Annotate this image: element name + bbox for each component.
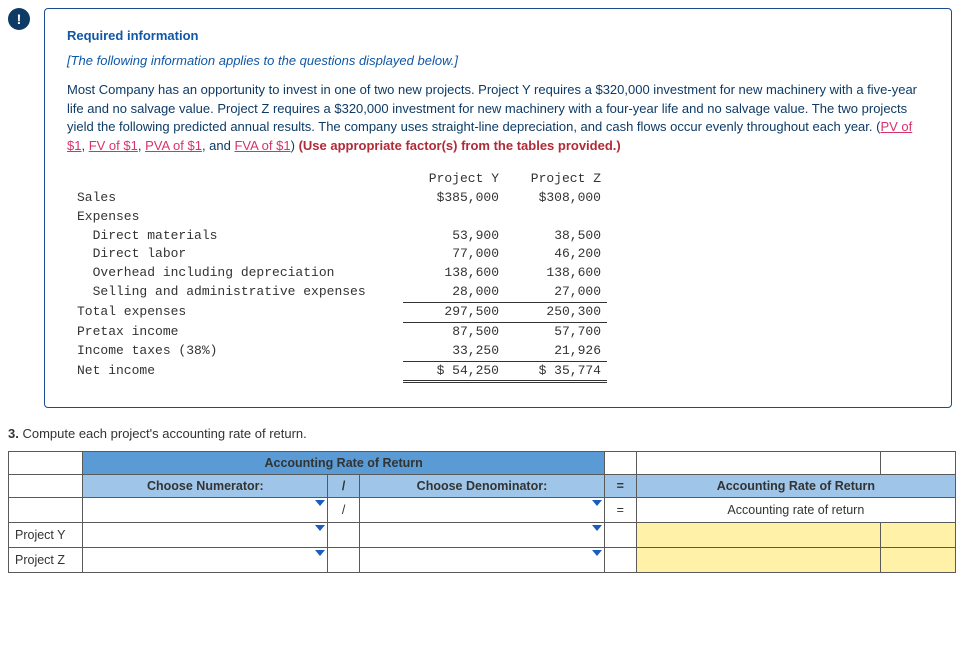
row-pti-label: Pretax income xyxy=(71,322,403,341)
question-text: Compute each project's accounting rate o… xyxy=(22,426,306,441)
row-sae-label: Selling and administrative expenses xyxy=(71,283,403,302)
numerator-head: Choose Numerator: xyxy=(83,475,328,498)
row-ni-label: Net income xyxy=(71,361,403,382)
proj-y-result-1[interactable] xyxy=(636,523,881,548)
bold-note: (Use appropriate factor(s) from the tabl… xyxy=(299,138,621,153)
row-sales-label: Sales xyxy=(71,189,403,208)
row-oh-y: 138,600 xyxy=(403,264,505,283)
equals-head-1: = xyxy=(604,475,636,498)
proj-z-result-2-input[interactable] xyxy=(887,552,949,568)
proj-z-numerator[interactable] xyxy=(83,548,328,573)
proj-y-result-2-input[interactable] xyxy=(887,527,949,543)
row-te-y: 297,500 xyxy=(403,302,505,322)
row-te-label: Total expenses xyxy=(71,302,403,322)
col-head-y: Project Y xyxy=(403,170,505,189)
pva-link[interactable]: PVA of $1 xyxy=(145,138,202,153)
row-tax-y: 33,250 xyxy=(403,342,505,361)
denominator-input[interactable] xyxy=(366,502,598,518)
proj-z-result-2[interactable] xyxy=(881,548,956,573)
income-statement-table: Project Y Project Z Sales $385,000 $308,… xyxy=(71,170,929,383)
row-dm-y: 53,900 xyxy=(403,227,505,246)
row-te-z: 250,300 xyxy=(505,302,607,322)
col-head-z: Project Z xyxy=(505,170,607,189)
result-label: Accounting rate of return xyxy=(636,498,955,523)
proj-y-num-input[interactable] xyxy=(89,527,321,543)
row-dl-z: 46,200 xyxy=(505,245,607,264)
proj-y-den-input[interactable] xyxy=(366,527,598,543)
arr-title: Accounting Rate of Return xyxy=(83,452,604,475)
fva-link[interactable]: FVA of $1 xyxy=(234,138,290,153)
row-pti-z: 57,700 xyxy=(505,322,607,341)
body-post: ) xyxy=(291,138,299,153)
arr-row-project-y: Project Y xyxy=(9,523,956,548)
intro-italic: [The following information applies to th… xyxy=(67,52,929,71)
row-oh-z: 138,600 xyxy=(505,264,607,283)
result-head: Accounting Rate of Return xyxy=(636,475,955,498)
arr-row-formula: / = Accounting rate of return xyxy=(9,498,956,523)
slash-head: / xyxy=(328,475,360,498)
row-sae-z: 27,000 xyxy=(505,283,607,302)
row-expenses-label: Expenses xyxy=(71,208,403,227)
row-sales-y: $385,000 xyxy=(403,189,505,208)
denominator-head: Choose Denominator: xyxy=(360,475,605,498)
numerator-select[interactable] xyxy=(83,498,328,523)
proj-z-den-input[interactable] xyxy=(366,552,598,568)
row-dl-y: 77,000 xyxy=(403,245,505,264)
proj-z-num-input[interactable] xyxy=(89,552,321,568)
row-tax-z: 21,926 xyxy=(505,342,607,361)
proj-y-result-2[interactable] xyxy=(881,523,956,548)
arr-table: Accounting Rate of Return Choose Numerat… xyxy=(8,451,956,573)
question-3: 3. Compute each project's accounting rat… xyxy=(8,426,960,441)
required-info-title: Required information xyxy=(67,27,929,46)
problem-body: Most Company has an opportunity to inves… xyxy=(67,81,929,156)
row-sales-z: $308,000 xyxy=(505,189,607,208)
equals-cell-1: = xyxy=(604,498,636,523)
row-dm-label: Direct materials xyxy=(71,227,403,246)
info-card: Required information [The following info… xyxy=(44,8,952,408)
row-ni-y: $ 54,250 xyxy=(403,361,505,382)
fv-link[interactable]: FV of $1 xyxy=(89,138,138,153)
row-oh-label: Overhead including depreciation xyxy=(71,264,403,283)
row-pti-y: 87,500 xyxy=(403,322,505,341)
project-y-label: Project Y xyxy=(9,523,83,548)
question-number: 3. xyxy=(8,426,19,441)
body-pre: Most Company has an opportunity to inves… xyxy=(67,82,917,135)
proj-z-result-1-input[interactable] xyxy=(643,552,875,568)
row-dl-label: Direct labor xyxy=(71,245,403,264)
row-ni-z: $ 35,774 xyxy=(505,361,607,382)
denominator-select[interactable] xyxy=(360,498,605,523)
numerator-input[interactable] xyxy=(89,502,321,518)
arr-row-project-z: Project Z xyxy=(9,548,956,573)
proj-z-result-1[interactable] xyxy=(636,548,881,573)
proj-y-result-1-input[interactable] xyxy=(643,527,875,543)
slash-cell: / xyxy=(328,498,360,523)
row-tax-label: Income taxes (38%) xyxy=(71,342,403,361)
row-dm-z: 38,500 xyxy=(505,227,607,246)
project-z-label: Project Z xyxy=(9,548,83,573)
row-sae-y: 28,000 xyxy=(403,283,505,302)
alert-icon: ! xyxy=(8,8,30,30)
proj-y-denominator[interactable] xyxy=(360,523,605,548)
proj-y-numerator[interactable] xyxy=(83,523,328,548)
proj-z-denominator[interactable] xyxy=(360,548,605,573)
